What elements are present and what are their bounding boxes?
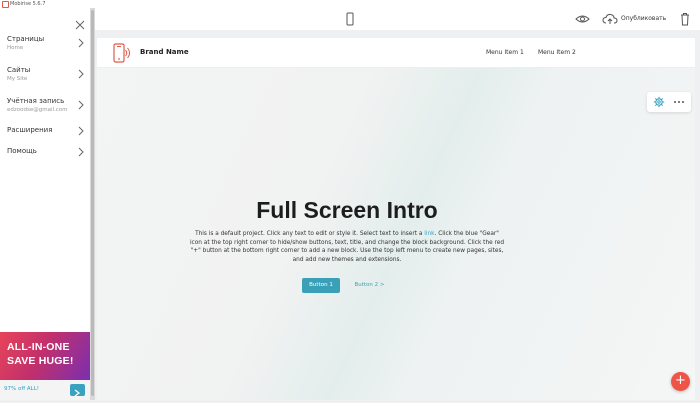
- hero-title[interactable]: Full Screen Intro: [97, 197, 597, 224]
- cloud-upload-icon: [602, 13, 618, 24]
- add-block-button[interactable]: +: [671, 372, 690, 391]
- sidebar-item-label: Страницы: [7, 35, 45, 43]
- sidebar-item-label: Помощь: [7, 147, 37, 155]
- plus-icon: +: [675, 373, 686, 388]
- promo-subheadline: SAVE HUGE!: [7, 355, 74, 367]
- hero-description[interactable]: This is a default project. Click any tex…: [189, 230, 505, 264]
- publish-button[interactable]: Опубликовать: [602, 11, 670, 27]
- sidebar-item-account[interactable]: Учётная запись edzoodse@gmail.com: [7, 97, 87, 114]
- promo-footer: 97% off ALL!: [0, 380, 90, 400]
- chevron-right-icon: [78, 38, 84, 48]
- brand-logo-icon[interactable]: [113, 43, 133, 63]
- top-toolbar: Опубликовать: [95, 8, 700, 30]
- chevron-right-icon: [78, 69, 84, 79]
- brand-name[interactable]: Brand Name: [140, 48, 189, 56]
- sidebar-item-label: Сайты: [7, 66, 31, 74]
- sidebar-item-label: Учётная запись: [7, 97, 65, 105]
- chevron-right-icon: [78, 147, 84, 157]
- more-options-icon[interactable]: [673, 96, 685, 108]
- arrow-right-icon: [74, 389, 80, 397]
- sidebar-scrollbar-thumb[interactable]: [91, 10, 94, 396]
- sidebar-item-extensions[interactable]: Расширения: [7, 126, 87, 136]
- sidebar-item-sites[interactable]: Сайты My Site: [7, 66, 87, 83]
- trash-icon[interactable]: [679, 12, 691, 26]
- nav-menu-item-1[interactable]: Menu Item 1: [486, 49, 524, 56]
- promo-go-button[interactable]: [70, 384, 85, 397]
- sidebar-item-sub: edzoodse@gmail.com: [7, 107, 68, 113]
- sidebar-item-sub: My Site: [7, 76, 28, 82]
- sidebar-item-pages[interactable]: Страницы Home: [7, 35, 87, 52]
- chevron-right-icon: [78, 126, 84, 136]
- window-title-bar: Mobirise 5.6.7: [0, 0, 700, 8]
- promo-footer-text: 97% off ALL!: [4, 386, 39, 392]
- hero-inline-link[interactable]: link: [424, 231, 434, 237]
- promo-banner[interactable]: ALL-IN-ONE SAVE HUGE!: [0, 332, 90, 380]
- preview-eye-icon[interactable]: [575, 13, 590, 25]
- site-navbar: Brand Name Menu Item 1 Menu Item 2: [97, 38, 695, 68]
- window-title: Mobirise 5.6.7: [10, 1, 46, 7]
- sidebar-item-sub: Home: [7, 45, 24, 51]
- sidebar-item-help[interactable]: Помощь: [7, 147, 87, 157]
- app-logo-icon: [2, 1, 9, 8]
- publish-label: Опубликовать: [621, 15, 667, 22]
- hero-button-1[interactable]: Button 1: [302, 278, 340, 293]
- nav-menu-item-2[interactable]: Menu Item 2: [538, 49, 576, 56]
- mobile-view-icon[interactable]: [344, 12, 356, 26]
- chevron-right-icon: [78, 100, 84, 110]
- close-icon[interactable]: [75, 20, 85, 30]
- gear-icon[interactable]: [653, 96, 665, 108]
- hero-text-part-1: This is a default project. Click any tex…: [195, 231, 425, 237]
- promo-headline: ALL-IN-ONE: [7, 341, 70, 353]
- hero-button-2[interactable]: Button 2 >: [347, 278, 392, 293]
- block-settings-panel: [647, 92, 691, 112]
- sidebar-item-label: Расширения: [7, 126, 53, 134]
